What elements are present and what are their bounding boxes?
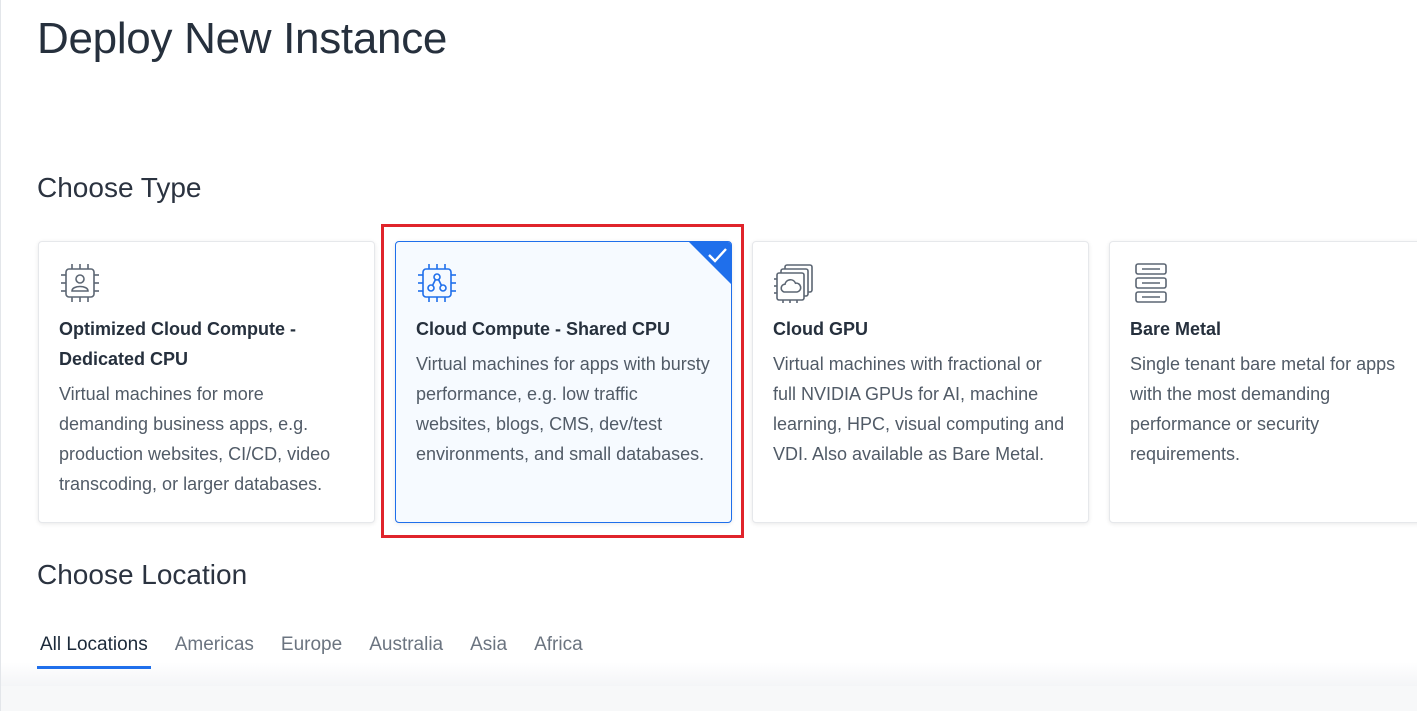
card-title: Cloud GPU [773,319,868,339]
page-title: Deploy New Instance [37,14,448,63]
tab-australia[interactable]: Australia [366,632,446,669]
card-title: Optimized Cloud Compute - Dedicated CPU [59,319,296,369]
card-description: Virtual machines with fractional or full… [773,354,1065,464]
tab-all-locations[interactable]: All Locations [37,632,151,669]
cpu-share-icon [418,264,456,302]
checkmark-icon [708,248,727,263]
location-tabs: All Locations Americas Europe Australia … [37,632,607,669]
card-description: Virtual machines for more demanding busi… [59,384,331,494]
choose-type-heading: Choose Type [37,172,202,203]
tab-europe[interactable]: Europe [278,632,345,669]
server-rack-icon [1135,263,1167,303]
tab-asia[interactable]: Asia [467,632,510,669]
choose-location-heading: Choose Location [37,559,248,590]
type-card-optimized-cloud-compute[interactable]: Optimized Cloud Compute - Dedicated CPU … [38,241,375,523]
tab-americas[interactable]: Americas [172,632,257,669]
type-card-cloud-compute-shared-cpu[interactable]: Cloud Compute - Shared CPU Virtual machi… [395,241,732,523]
type-card-cloud-gpu[interactable]: Cloud GPU Virtual machines with fraction… [752,241,1089,523]
card-description: Single tenant bare metal for apps with t… [1130,354,1396,464]
cpu-user-icon [61,264,99,302]
card-title: Cloud Compute - Shared CPU [416,319,671,339]
tab-africa[interactable]: Africa [531,632,586,669]
deploy-page: Deploy New Instance Choose Type Optimize… [0,0,1417,711]
gpu-cloud-icon [774,264,813,303]
type-card-bare-metal[interactable]: Bare Metal Single tenant bare metal for … [1109,241,1417,523]
card-title: Bare Metal [1130,319,1222,339]
card-description: Virtual machines for apps with bursty pe… [416,354,710,464]
content-divider [1,686,1417,711]
